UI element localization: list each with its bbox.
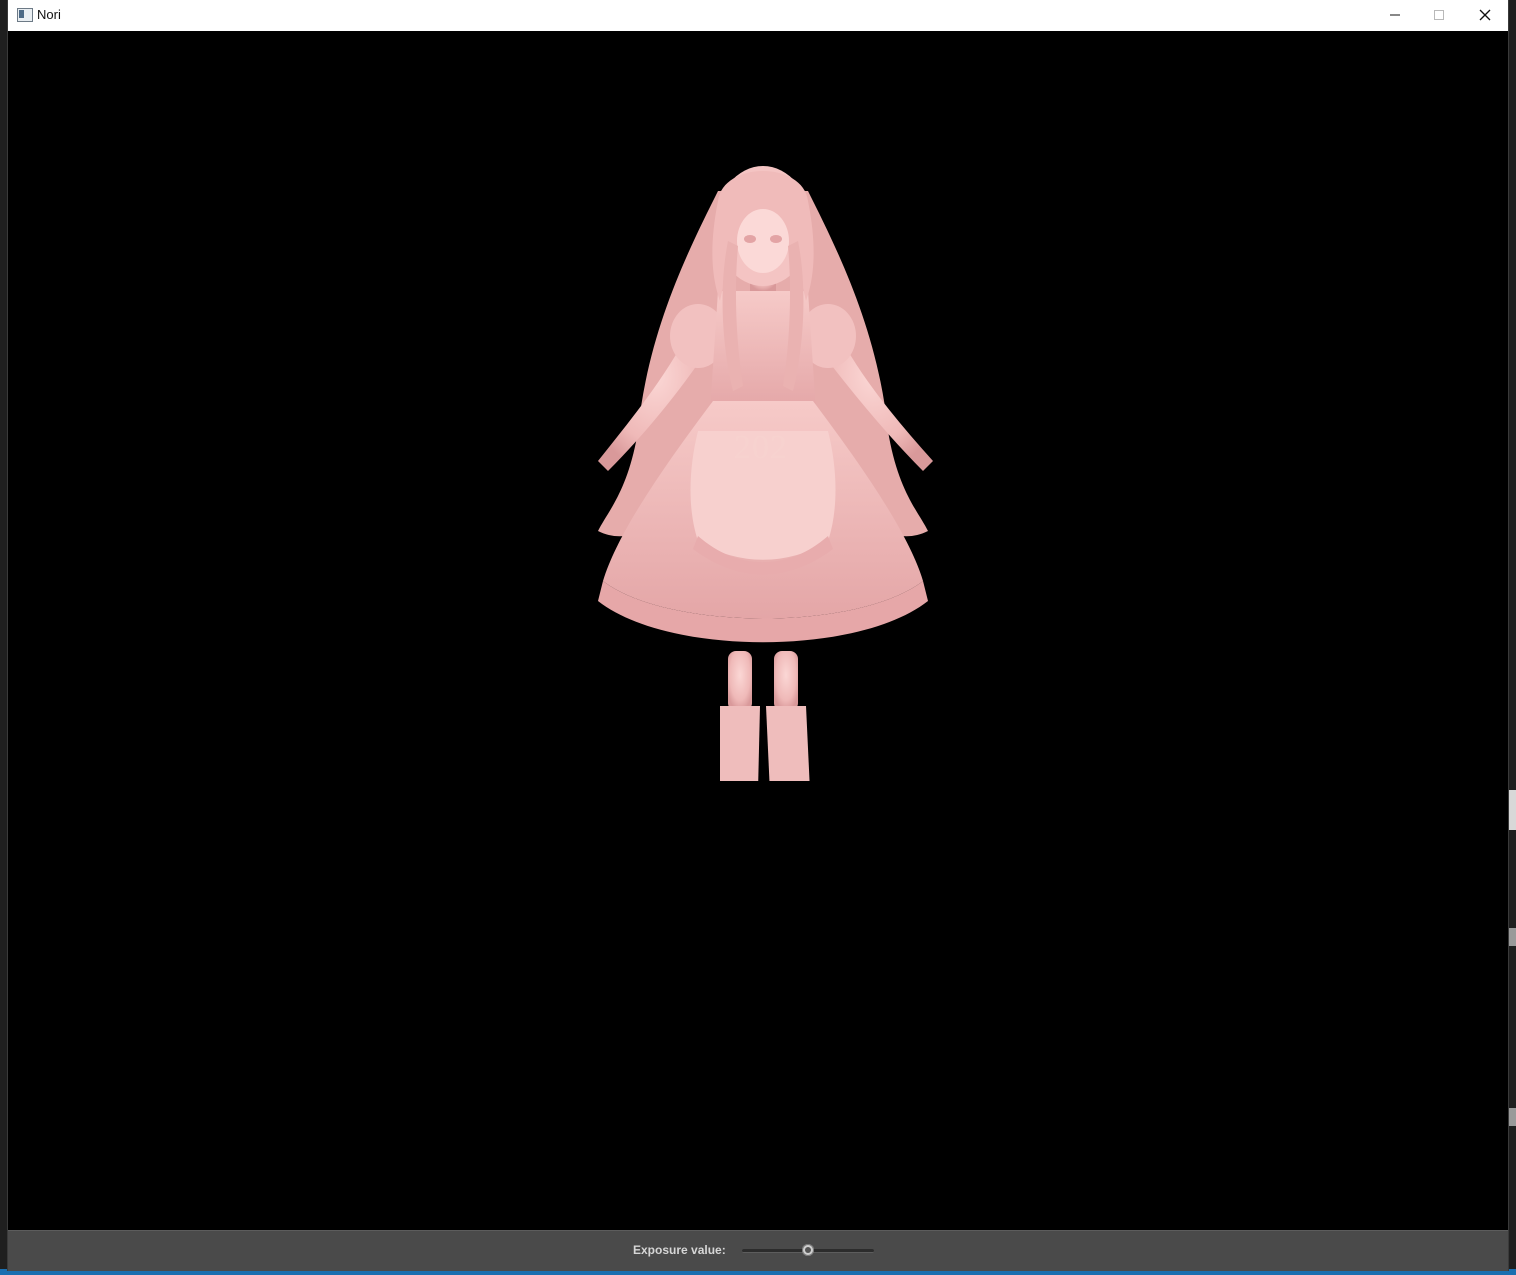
background-fragment [1509,928,1516,946]
minimize-icon [1390,14,1400,16]
exposure-label: Exposure value: [633,1243,726,1257]
exposure-slider[interactable] [742,1244,874,1256]
exposure-slider-knob[interactable] [802,1244,814,1256]
background-desktop-right [1508,0,1516,1275]
window-title: Nori [37,7,61,22]
nori-window: Nori 202 Exposure value: [8,0,1508,1271]
app-icon [17,8,33,22]
maximize-icon [1434,10,1444,20]
background-fragment [1509,1108,1516,1126]
exposure-panel: Exposure value: [8,1230,1508,1271]
minimize-button[interactable] [1372,0,1418,30]
close-button[interactable] [1462,0,1508,30]
close-icon [1479,9,1491,21]
background-desktop-left [0,0,8,1275]
render-viewport[interactable]: 202 [8,31,1508,1230]
maximize-button[interactable] [1416,0,1462,30]
title-bar[interactable]: Nori [8,0,1508,32]
background-fragment [1509,790,1516,830]
apron-text: 202 [734,429,788,466]
